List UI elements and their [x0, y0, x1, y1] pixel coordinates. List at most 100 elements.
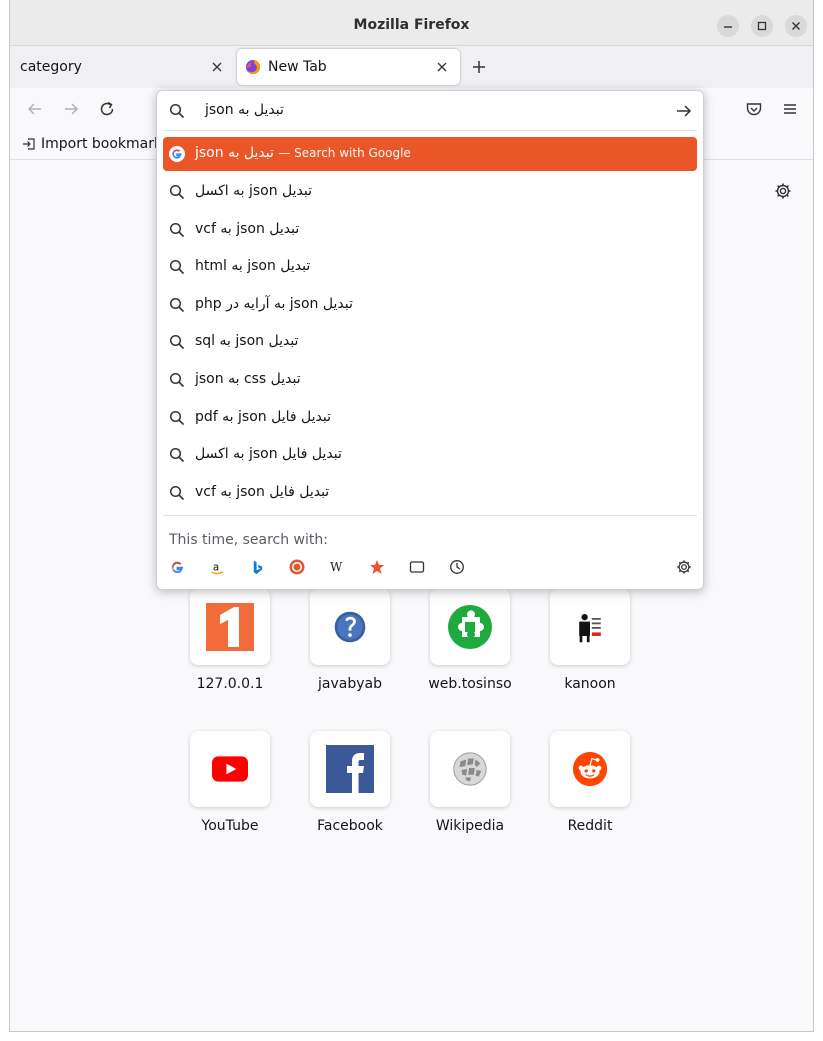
search-icon — [169, 372, 185, 388]
tile-box — [430, 731, 510, 807]
suggestion-search-google[interactable]: تبدیل به json — Search with Google — [163, 137, 697, 171]
minimize-icon — [724, 26, 732, 28]
suggestion-text: تبدیل json به اکسل — [195, 183, 312, 199]
tile-box — [430, 589, 510, 665]
tile-label: javabyab — [318, 676, 382, 692]
maximize-icon — [757, 21, 767, 31]
tosinso-icon — [448, 605, 492, 649]
search-icon — [169, 103, 185, 119]
suggestion-row[interactable]: تبدیل json به sql — [163, 325, 697, 359]
close-window-button[interactable] — [785, 15, 807, 37]
search-icon — [169, 485, 185, 500]
top-site-javabyab[interactable]: javabyab — [310, 589, 390, 692]
tab-category[interactable]: category — [10, 49, 234, 85]
title-bar: Mozilla Firefox — [10, 0, 813, 46]
suggestion-row[interactable]: تبدیل فایل json به اکسل — [163, 438, 697, 472]
top-site-youtube[interactable]: YouTube — [190, 731, 270, 834]
history-icon[interactable] — [447, 557, 467, 577]
tile-label: 127.0.0.1 — [196, 676, 264, 692]
close-icon — [437, 62, 447, 72]
pocket-button[interactable] — [745, 100, 763, 118]
top-site-kanoon[interactable]: kanoon — [550, 589, 630, 692]
search-icon — [169, 184, 185, 200]
top-site-reddit[interactable]: Reddit — [550, 731, 630, 834]
tile-box — [310, 589, 390, 665]
suggestion-row[interactable]: تبدیل فایل json به pdf — [163, 401, 697, 435]
window-title: Mozilla Firefox — [353, 17, 470, 33]
import-bookmarks-button[interactable]: Import bookmark — [22, 136, 162, 152]
tab-new-tab[interactable]: New Tab — [237, 49, 460, 85]
youtube-icon — [212, 756, 248, 782]
site-1-icon — [206, 603, 254, 651]
tile-box — [190, 731, 270, 807]
suggestion-row[interactable]: تبدیل json به vcf — [163, 213, 697, 247]
suggestion-row[interactable]: تبدیل json به html — [163, 250, 697, 284]
urlbar-input[interactable]: تبدیل به json — [157, 91, 703, 131]
tile-label: web.tosinso — [428, 676, 512, 692]
reddit-icon — [572, 751, 608, 787]
amazon-icon[interactable]: a — [207, 557, 227, 577]
top-site-wikipedia[interactable]: Wikipedia — [430, 731, 510, 834]
bing-icon[interactable] — [247, 557, 267, 577]
forward-button[interactable] — [62, 100, 80, 118]
tab-label: category — [20, 59, 82, 75]
suggestion-text: تبدیل فایل json به اکسل — [195, 446, 342, 463]
customize-gear-icon[interactable] — [774, 182, 792, 200]
search-icon — [169, 297, 185, 312]
top-site-127[interactable]: 127.0.0.1 — [190, 589, 270, 692]
tile-box — [310, 731, 390, 807]
tile-label: Wikipedia — [435, 818, 505, 834]
urlbar-query: تبدیل به json — [205, 102, 284, 118]
javabyab-icon — [334, 611, 366, 643]
separator — [163, 515, 697, 516]
search-icon — [169, 410, 185, 425]
separator — [163, 130, 697, 131]
suggestion-text: تبدیل فایل json به pdf — [195, 408, 331, 425]
close-icon — [792, 22, 800, 30]
suggestion-row[interactable]: تبدیل css به json — [163, 363, 697, 397]
tile-label: Reddit — [567, 818, 613, 834]
close-icon — [212, 62, 222, 72]
duckduckgo-icon[interactable] — [287, 557, 307, 577]
suggestion-text: تبدیل json به html — [195, 258, 311, 275]
top-site-facebook[interactable]: Facebook — [310, 731, 390, 834]
tile-box — [550, 589, 630, 665]
top-site-tosinso[interactable]: web.tosinso — [428, 589, 512, 692]
suggestion-row[interactable]: تبدیل json به اکسل — [163, 175, 697, 209]
reload-button[interactable] — [98, 100, 116, 118]
firefox-icon — [246, 59, 261, 74]
search-icon — [169, 448, 185, 463]
google-icon — [169, 146, 185, 162]
go-arrow-icon[interactable] — [675, 102, 693, 120]
tab-label: New Tab — [268, 59, 327, 75]
svg-text:a: a — [212, 561, 218, 573]
new-tab-button[interactable] — [470, 58, 488, 76]
suggestion-text: تبدیل فایل json به vcf — [195, 483, 330, 500]
suggestion-text: تبدیل json به vcf — [195, 220, 300, 237]
suggestion-row[interactable]: تبدیل json به آرایه در php — [163, 288, 697, 322]
google-icon[interactable] — [167, 557, 187, 577]
tile-box — [550, 731, 630, 807]
tabs-icon[interactable] — [407, 557, 427, 577]
tab-close-button[interactable] — [434, 59, 450, 75]
menu-button[interactable] — [781, 100, 799, 118]
suggestion-text: تبدیل به json — [195, 145, 274, 161]
import-bookmarks-label: Import bookmark — [41, 136, 163, 152]
tab-close-button[interactable] — [209, 59, 225, 75]
search-icon — [169, 222, 185, 237]
wikipedia-icon — [453, 752, 487, 786]
back-button[interactable] — [26, 100, 44, 118]
maximize-button[interactable] — [751, 15, 773, 37]
minimize-button[interactable] — [717, 15, 739, 37]
gear-icon — [677, 560, 691, 574]
tile-label: Facebook — [317, 818, 383, 834]
facebook-icon — [326, 745, 374, 793]
suggestion-text: تبدیل json به sql — [195, 333, 299, 350]
bookmarks-star-icon[interactable] — [367, 557, 387, 577]
tile-box — [190, 589, 270, 665]
search-settings-button[interactable] — [674, 557, 694, 577]
wikipedia-icon[interactable]: W — [327, 557, 347, 577]
suggestion-hint: — Search with Google — [278, 146, 411, 160]
suggestion-row[interactable]: تبدیل فایل json به vcf — [163, 476, 697, 510]
suggestion-text: تبدیل css به json — [195, 371, 301, 387]
